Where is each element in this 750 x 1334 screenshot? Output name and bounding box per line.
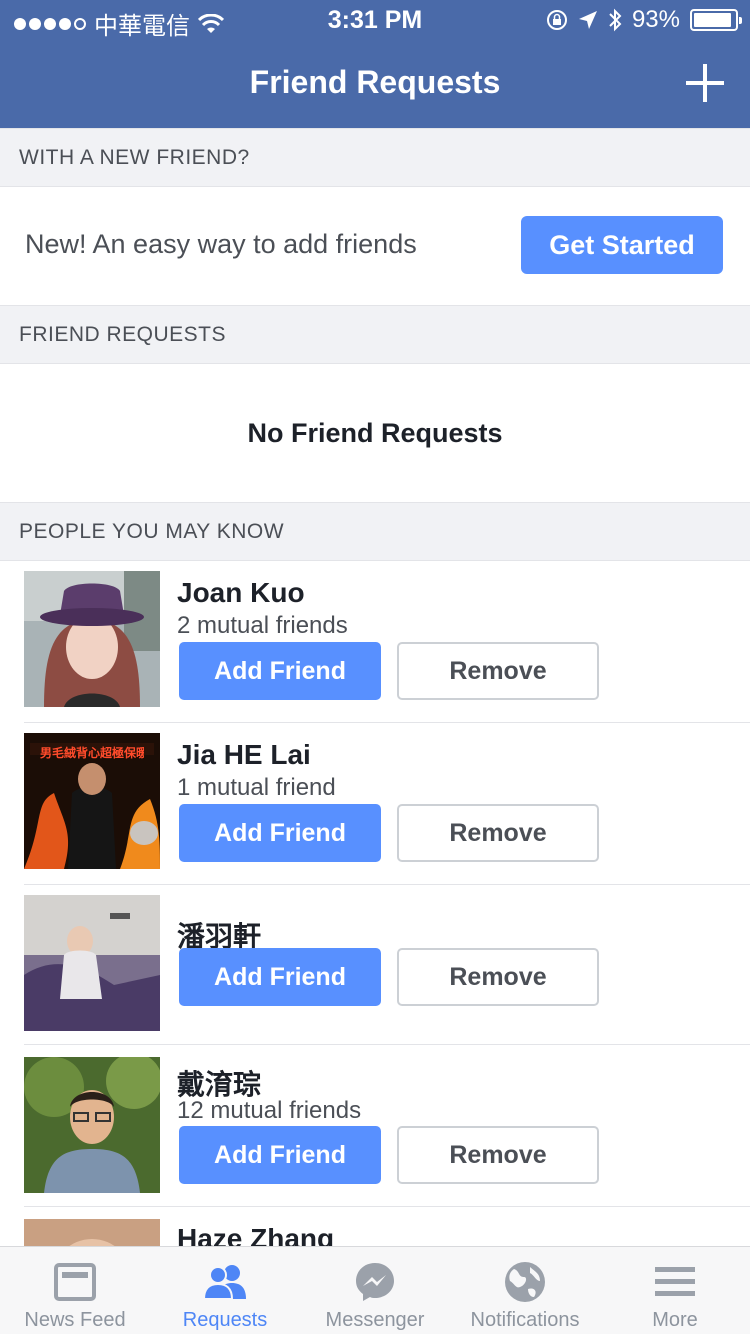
promo-text: New! An easy way to add friends (25, 229, 417, 259)
section-title: FRIEND REQUESTS (19, 322, 227, 346)
remove-button[interactable]: Remove (397, 804, 599, 862)
profile-photo[interactable] (24, 895, 160, 1031)
remove-button[interactable]: Remove (397, 1126, 599, 1184)
tab-label: Notifications (470, 1309, 580, 1331)
requests-icon (202, 1259, 248, 1305)
photo-caption: 男毛絨背心超極保暖 (40, 746, 144, 760)
profile-photo[interactable] (24, 571, 160, 707)
tab-news-feed[interactable]: News Feed (0, 1247, 150, 1334)
mutual-friends: 2 mutual friends (177, 612, 348, 639)
top-bar: 中華電信 3:31 PM 93% Friend Requests (0, 0, 750, 128)
add-friend-button[interactable]: Add Friend (179, 948, 381, 1006)
section-header-people: PEOPLE YOU MAY KNOW (0, 502, 750, 561)
profile-photo[interactable] (24, 1057, 160, 1193)
person-name[interactable]: Jia HE Lai (177, 739, 311, 771)
add-friend-button[interactable]: Add Friend (179, 804, 381, 862)
tab-messenger[interactable]: Messenger (300, 1247, 450, 1334)
section-title: PEOPLE YOU MAY KNOW (19, 519, 285, 543)
promo-row: New! An easy way to add friends Get Star… (0, 187, 750, 305)
tab-label: Requests (182, 1309, 268, 1331)
tab-label: News Feed (24, 1309, 126, 1331)
empty-state-text: No Friend Requests (247, 417, 503, 448)
battery-fill (694, 13, 732, 27)
section-title: WITH A NEW FRIEND? (19, 145, 250, 169)
news-feed-icon (52, 1259, 98, 1305)
page-title: Friend Requests (249, 64, 501, 100)
remove-button[interactable]: Remove (397, 642, 599, 700)
battery-percent: 93% (631, 6, 680, 33)
plus-icon[interactable] (686, 64, 724, 102)
profile-photo[interactable]: 男毛絨背心超極保暖 (24, 733, 160, 869)
list-item: 男毛絨背心超極保暖 Jia HE Lai 1 mutual friend Add… (24, 723, 750, 885)
tab-label: More (652, 1309, 698, 1331)
mutual-friends: 12 mutual friends (177, 1097, 362, 1124)
tab-notifications[interactable]: Notifications (450, 1247, 600, 1334)
bluetooth-icon (609, 8, 622, 32)
tab-label: Messenger (325, 1309, 425, 1331)
list-item: 戴淯琮 12 mutual friends Add Friend Remove (24, 1045, 750, 1207)
tab-requests[interactable]: Requests (150, 1247, 300, 1334)
status-right: 93% (546, 6, 742, 34)
get-started-button[interactable]: Get Started (521, 216, 723, 274)
list-item: Joan Kuo 2 mutual friends Add Friend Rem… (24, 561, 750, 723)
orientation-lock-icon (546, 10, 567, 30)
tab-more[interactable]: More (600, 1247, 750, 1334)
mutual-friends: 1 mutual friend (177, 774, 336, 801)
section-header-new-friend: WITH A NEW FRIEND? (0, 128, 750, 187)
section-header-friend-requests: FRIEND REQUESTS (0, 305, 750, 364)
battery-icon (690, 9, 742, 31)
add-friend-button[interactable]: Add Friend (179, 1126, 381, 1184)
person-name[interactable]: Joan Kuo (177, 577, 305, 609)
menu-icon (652, 1259, 698, 1305)
globe-icon (502, 1259, 548, 1305)
add-friend-button[interactable]: Add Friend (179, 642, 381, 700)
location-icon (578, 11, 597, 29)
remove-button[interactable]: Remove (397, 948, 599, 1006)
list-item: 潘羽軒 Add Friend Remove (24, 885, 750, 1045)
messenger-icon (352, 1259, 398, 1305)
status-bar: 中華電信 3:31 PM 93% (0, 0, 750, 40)
tab-bar: News Feed Requests Messenger Notificatio… (0, 1246, 750, 1334)
